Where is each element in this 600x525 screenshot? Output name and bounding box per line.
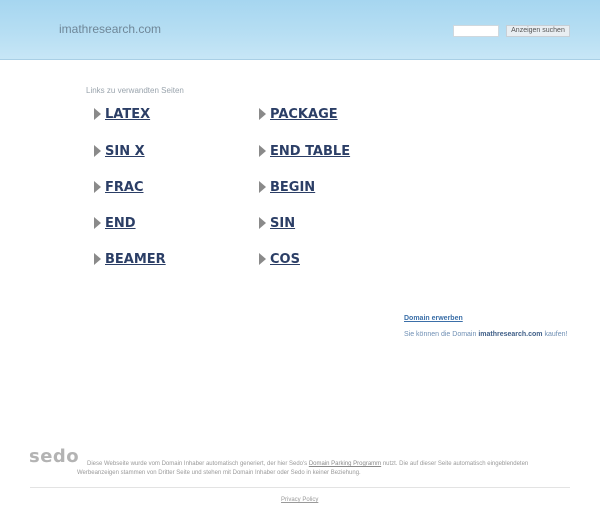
arrow-right-icon: [94, 253, 101, 265]
site-title: imathresearch.com: [59, 22, 162, 36]
related-link-sin-x[interactable]: SIN X: [94, 143, 145, 159]
related-link-end[interactable]: END: [94, 215, 136, 231]
arrow-right-icon: [259, 217, 266, 229]
related-link-beamer[interactable]: BEAMER: [94, 251, 166, 267]
related-link-label: SIN X: [105, 143, 145, 159]
related-link-label: BEGIN: [270, 179, 316, 195]
related-link-label: BEAMER: [105, 251, 166, 267]
header-bar: imathresearch.com Anzeigen suchen: [0, 0, 600, 60]
related-link-begin[interactable]: BEGIN: [259, 179, 315, 195]
domain-sale-suffix: kaufen!: [542, 331, 568, 338]
domain-name: imathresearch.com: [478, 331, 543, 338]
related-link-sin[interactable]: SIN: [259, 215, 295, 231]
disclaimer-line-2: Werbeanzeigen stammen von Dritter Seite …: [77, 470, 361, 476]
domain-sale-prefix: Sie können die Domain: [404, 331, 479, 338]
footer-disclaimer: Diese Webseite wurde vom Domain Inhaber …: [77, 460, 577, 478]
related-link-label: END TABLE: [270, 143, 351, 159]
arrow-right-icon: [94, 217, 101, 229]
related-link-end-table[interactable]: END TABLE: [259, 143, 350, 159]
arrow-right-icon: [94, 108, 101, 120]
domain-parking-link[interactable]: Domain Parking Programm: [309, 461, 381, 467]
domain-sale-text: Sie können die Domain imathresearch.com …: [404, 331, 567, 338]
domain-buy-link[interactable]: Domain erwerben: [404, 315, 463, 322]
related-link-label: LATEX: [105, 106, 151, 122]
related-link-cos[interactable]: COS: [259, 251, 300, 267]
disclaimer-text-2: nutzt. Die auf dieser Seite automatisch …: [381, 461, 529, 467]
disclaimer-line-1: Diese Webseite wurde vom Domain Inhaber …: [77, 460, 577, 469]
related-link-frac[interactable]: FRAC: [94, 179, 144, 195]
related-link-label: PACKAGE: [270, 106, 338, 122]
disclaimer-text-1: Diese Webseite wurde vom Domain Inhaber …: [87, 461, 309, 467]
related-link-label: SIN: [270, 215, 296, 231]
related-links-label: Links zu verwandten Seiten: [86, 86, 184, 95]
search-button[interactable]: Anzeigen suchen: [506, 25, 570, 37]
search-input[interactable]: [453, 25, 499, 37]
sedo-logo: sedo: [29, 446, 80, 467]
footer-divider: [30, 487, 570, 488]
related-link-label: COS: [270, 251, 300, 267]
arrow-right-icon: [259, 253, 266, 265]
related-link-label: FRAC: [105, 179, 144, 195]
arrow-right-icon: [259, 145, 266, 157]
related-link-package[interactable]: PACKAGE: [259, 106, 338, 122]
related-link-label: END: [105, 215, 136, 231]
arrow-right-icon: [259, 181, 266, 193]
arrow-right-icon: [94, 145, 101, 157]
related-link-latex[interactable]: LATEX: [94, 106, 150, 122]
arrow-right-icon: [94, 181, 101, 193]
arrow-right-icon: [259, 108, 266, 120]
privacy-policy-link[interactable]: Privacy Policy: [281, 497, 318, 503]
